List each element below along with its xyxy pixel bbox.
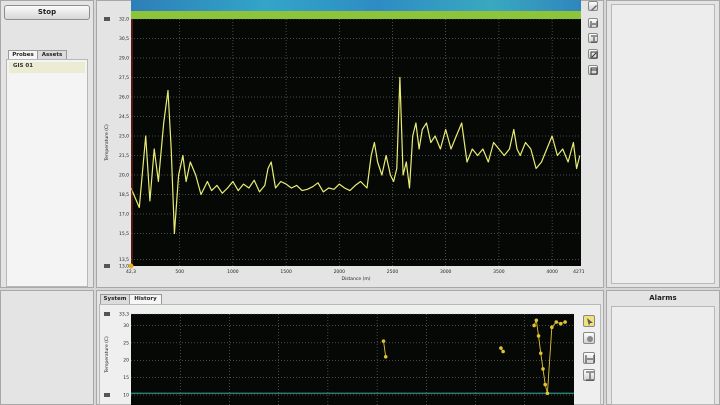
history-point[interactable] [536,334,541,338]
y-tick-label: 21,5 [119,153,129,159]
fit-vertical-icon[interactable] [583,369,595,381]
zoom-icon[interactable] [588,49,598,59]
start-marker-point[interactable] [128,263,134,269]
history-plot-area[interactable] [131,314,574,405]
x-tick-label: 4271,6 [573,269,584,275]
fit-horizontal-icon[interactable] [588,18,598,28]
pencil-icon[interactable] [583,332,595,344]
axis-top-icon[interactable] [104,17,110,21]
temperature-history-chart[interactable]: 10 15 20 25 30 33,3 Temperature (C) [104,304,584,405]
left-lower-panel [0,290,94,405]
history-point[interactable] [383,354,388,359]
fit-vertical-icon[interactable] [588,33,598,43]
stop-button[interactable]: Stop [4,5,90,20]
overview-band-green[interactable] [131,11,581,19]
asset-item-label: GIS 01 [13,63,34,69]
y-tick-label: 13,5 [119,257,129,263]
y-tick-label: 15 [123,375,129,381]
history-point[interactable] [563,320,567,324]
y-axis-label: Temperature (C) [104,336,110,374]
history-toolbar [582,314,598,384]
cursor-icon[interactable] [583,315,595,327]
y-tick-label: 33,3 [119,312,129,318]
window-icon[interactable] [588,65,598,75]
y-tick-label: 25 [123,340,129,346]
y-tick-label: 26,0 [119,95,129,101]
y-tick-label: 17,0 [119,212,129,218]
y-tick-label: 13,0 [119,264,129,270]
x-tick-label: 2000 [334,269,346,275]
y-tick-label: 23,0 [119,134,129,140]
y-tick-label: 30,5 [119,36,129,42]
history-point[interactable] [550,325,554,330]
y-tick-label: 32,0 [119,17,129,23]
history-point[interactable] [541,367,545,371]
fit-horizontal-icon[interactable] [583,352,595,364]
axis-bottom-icon[interactable] [104,393,110,397]
profile-toolbar [587,0,601,82]
temperature-profile-chart[interactable]: 42,3 500 1000 1500 2000 2500 3000 3500 4000 4271,… [104,0,584,288]
x-tick-label: 1000 [227,269,239,275]
history-point[interactable] [501,349,505,354]
history-point[interactable] [558,321,563,326]
history-point[interactable] [545,391,550,396]
tab-history[interactable]: History [129,294,162,304]
x-tick-label: 42,3 [126,269,136,275]
y-tick-label: 18,5 [119,192,129,198]
history-point[interactable] [532,323,536,328]
y-tick-label: 29,0 [119,56,129,62]
axis-top-icon[interactable] [104,312,110,316]
x-axis-label: Distance (m) [341,276,370,282]
x-tick-label: 3000 [440,269,452,275]
history-point[interactable] [534,318,539,323]
x-tick-label: 500 [175,269,184,275]
history-point[interactable] [538,351,543,356]
plot-area[interactable] [131,19,581,266]
y-tick-label: 30 [123,323,129,329]
y-tick-label: 24,5 [119,114,129,120]
history-point[interactable] [554,320,559,324]
y-tick-label: 27,5 [119,75,129,81]
x-tick-label: 1500 [280,269,292,275]
tab-system[interactable]: System [100,294,130,304]
x-tick-label: 4000 [546,269,558,275]
y-tick-label: 10 [123,393,129,399]
history-point[interactable] [499,346,503,350]
x-tick-label: 2500 [387,269,399,275]
alarms-title: Alarms [649,294,677,302]
y-tick-label: 20,0 [119,173,129,179]
right-inner-panel [611,4,715,284]
history-point[interactable] [543,382,548,387]
asset-list-item[interactable]: GIS 01 [9,62,85,73]
overview-band-blue[interactable] [131,0,581,11]
axis-bottom-icon[interactable] [104,264,110,268]
y-tick-label: 20 [123,358,129,364]
x-tick-label: 3500 [493,269,505,275]
asset-list: GIS 01 [6,59,88,287]
alarms-list [611,306,715,405]
history-point[interactable] [381,339,386,343]
pencil-icon[interactable] [588,1,598,11]
y-tick-label: 15,5 [119,231,129,237]
y-axis-label: Temperature (C) [104,124,110,162]
